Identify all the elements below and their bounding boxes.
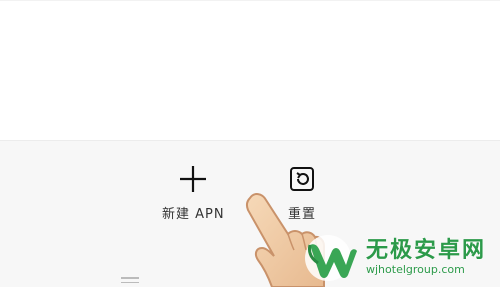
divider	[0, 0, 500, 1]
screen: 新建 APN 重置 无极安卓网 wjhotelgroup.com	[0, 0, 500, 287]
watermark-url: wjhotelgroup.com	[366, 263, 465, 276]
watermark-title: 无极安卓网	[366, 238, 487, 263]
new-apn-label: 新建 APN	[162, 207, 225, 222]
apn-list-area	[0, 0, 500, 140]
new-apn-button[interactable]: 新建 APN	[162, 163, 225, 222]
menu-handle-icon[interactable]	[121, 277, 139, 287]
watermark-logo-icon	[305, 235, 357, 281]
watermark: 无极安卓网 wjhotelgroup.com	[296, 232, 496, 284]
plus-icon	[177, 163, 209, 195]
